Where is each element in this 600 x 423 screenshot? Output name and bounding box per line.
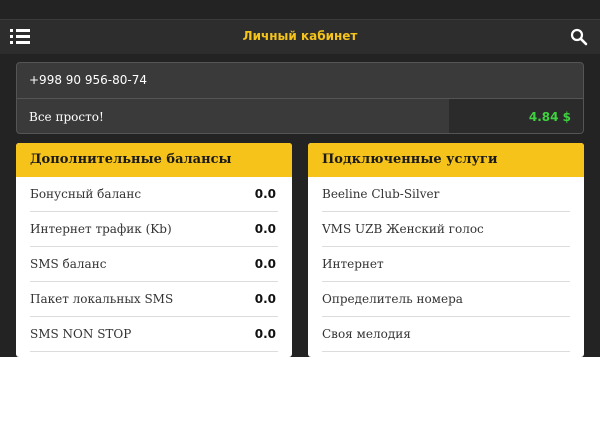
connected-services-title: Подключенные услуги [308, 143, 584, 177]
balance-box: 4.84 $ [449, 99, 583, 133]
balance-value: 0.0 [254, 187, 276, 201]
balances-list: Бонусный баланс 0.0 Интернет трафик (Kb)… [16, 177, 292, 352]
account-summary: +998 90 956-80-74 Все просто! 4.84 $ [16, 62, 584, 134]
list-item: Интернет трафик (Kb) 0.0 [30, 212, 278, 247]
service-item[interactable]: VMS UZB Женский голос [322, 212, 570, 247]
additional-balances-title: Дополнительные балансы [16, 143, 292, 177]
balance-label: Пакет локальных SMS [30, 292, 174, 306]
service-label: Интернет [322, 257, 384, 271]
service-item[interactable]: Определитель номера [322, 282, 570, 317]
service-item[interactable]: Своя мелодия [322, 317, 570, 352]
service-label: Своя мелодия [322, 327, 411, 341]
additional-balances-card: Дополнительные балансы Бонусный баланс 0… [16, 143, 292, 357]
balance-label: SMS NON STOP [30, 327, 132, 341]
balance-value: 0.0 [254, 222, 276, 236]
list-item: SMS NON STOP 0.0 [30, 317, 278, 352]
list-item: SMS баланс 0.0 [30, 247, 278, 282]
list-item: Пакет локальных SMS 0.0 [30, 282, 278, 317]
page-title: Личный кабинет [242, 29, 358, 43]
app-screen: Личный кабинет +998 90 956-80-74 Все про… [0, 0, 600, 357]
balance-label: Интернет трафик (Kb) [30, 222, 172, 236]
tariff-plan: Все просто! [29, 110, 104, 124]
balance-label: Бонусный баланс [30, 187, 142, 201]
top-bar: Личный кабинет [0, 19, 600, 54]
service-label: Beeline Club-Silver [322, 187, 440, 201]
main-balance: 4.84 $ [528, 110, 571, 124]
balance-value: 0.0 [254, 257, 276, 271]
service-label: VMS UZB Женский голос [322, 222, 484, 236]
balance-value: 0.0 [254, 292, 276, 306]
balance-label: SMS баланс [30, 257, 107, 271]
list-item: Бонусный баланс 0.0 [30, 177, 278, 212]
search-icon[interactable] [570, 28, 588, 46]
service-item[interactable]: Интернет [322, 247, 570, 282]
connected-services-card: Подключенные услуги Beeline Club-Silver … [308, 143, 584, 357]
phone-number: +998 90 956-80-74 [29, 73, 147, 87]
service-label: Определитель номера [322, 292, 463, 306]
services-list: Beeline Club-Silver VMS UZB Женский голо… [308, 177, 584, 352]
balance-value: 0.0 [254, 327, 276, 341]
service-item[interactable]: Beeline Club-Silver [322, 177, 570, 212]
